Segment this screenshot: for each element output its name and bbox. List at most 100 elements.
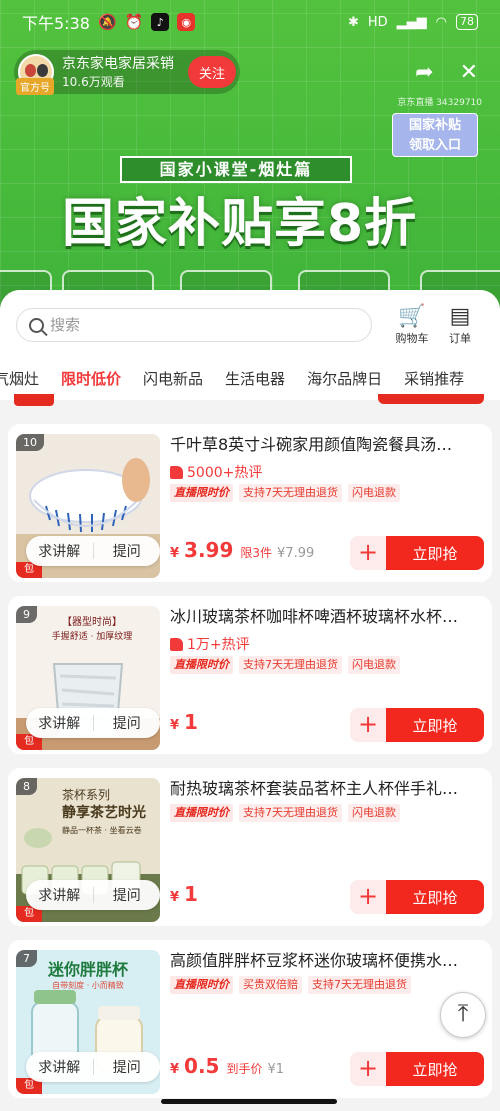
ask-question-button[interactable]: 提问 <box>94 541 161 561</box>
tab-limited-low-price[interactable]: 限时低价 <box>50 368 132 389</box>
image-caption-sub: 静品一杯茶 · 坐看云卷 <box>62 826 142 835</box>
ask-question-button[interactable]: 提问 <box>94 1057 161 1077</box>
return-policy-tag: 支持7天无理由退货 <box>239 656 342 674</box>
shopping-sheet: 🛒 购物车 ▤ 订单 气烟灶 限时低价 闪电新品 生活电器 海尔品牌日 采销推荐 <box>0 290 500 1111</box>
add-to-cart-button[interactable]: + <box>350 536 386 570</box>
cart-label: 购物车 <box>395 332 429 345</box>
alarm-icon: ⏰ <box>124 13 144 31</box>
product-title[interactable]: 千叶草8英寸斗碗家用颜值陶瓷餐具汤… <box>170 434 480 456</box>
return-policy-tag: 支持7天无理由退货 <box>239 804 342 822</box>
status-bar: 下午5:38 🔕 ⏰ ♪ ◉ ✱ HD ▂▄▆ ◠ 78 <box>0 0 500 44</box>
rank-badge: 7 <box>16 950 37 967</box>
subsidy-entry-button[interactable]: 国家补贴 领取入口 <box>392 113 478 157</box>
image-caption-sub: 手握舒适 · 加厚纹理 <box>51 632 133 642</box>
order-label: 订单 <box>449 332 471 345</box>
ask-explain-button[interactable]: 求讲解 <box>26 885 93 905</box>
hot-reviews: 1万+热评 <box>170 634 250 654</box>
image-caption-title: 【器型时尚】 <box>62 617 122 628</box>
subsidy-entry-line1: 国家补贴 <box>408 118 461 133</box>
price-currency: ¥ <box>170 1062 180 1077</box>
price-value: 3.99 <box>184 538 234 562</box>
price-note: 限3件 <box>240 546 273 560</box>
product-card[interactable]: 茶杯系列 静享茶艺时光 静品一杯茶 · 坐看云卷 8 包 求讲解 提问 耐热玻璃… <box>8 768 492 926</box>
follow-button[interactable]: 关注 <box>188 56 236 88</box>
ask-explain-button[interactable]: 求讲解 <box>26 1057 93 1077</box>
price-line: ¥ 0.5 到手价 ¥1 <box>170 1054 284 1078</box>
product-image[interactable]: 迷你胖胖杯 自带刻度 · 小而精致 7 包 求讲解 提问 <box>16 950 160 1094</box>
original-price: ¥1 <box>267 1062 285 1077</box>
price-currency: ¥ <box>170 890 180 905</box>
product-title[interactable]: 耐热玻璃茶杯套装品茗杯主人杯伴手礼… <box>170 778 480 800</box>
fast-refund-tag: 闪电退款 <box>348 484 400 502</box>
search-input[interactable] <box>50 316 330 334</box>
search-icon <box>29 317 44 333</box>
live-price-tag: 直播限时价 <box>170 976 233 994</box>
home-indicator[interactable] <box>161 1099 337 1104</box>
ask-explain-button[interactable]: 求讲解 <box>26 541 93 561</box>
return-policy-tag: 支持7天无理由退货 <box>308 976 411 994</box>
signal-icon: ▂▄▆ <box>396 14 427 30</box>
price-line: ¥ 1 <box>170 710 198 734</box>
room-id: 京东直播 34329710 <box>397 98 482 108</box>
price-value: 1 <box>184 710 198 734</box>
live-price-tag: 直播限时价 <box>170 656 233 674</box>
host-name: 京东家电家居采销 <box>62 55 174 72</box>
fast-refund-tag: 闪电退款 <box>348 656 400 674</box>
buy-now-button[interactable]: 立即抢 <box>386 708 484 742</box>
buy-now-button[interactable]: 立即抢 <box>386 1052 484 1086</box>
close-icon[interactable]: ✕ <box>460 60 478 85</box>
hot-review-count: 1万+热评 <box>187 637 250 653</box>
add-to-cart-button[interactable]: + <box>350 708 386 742</box>
price-currency: ¥ <box>170 546 180 561</box>
cart-button[interactable]: 🛒 购物车 <box>392 304 432 346</box>
thumbs-up-icon <box>170 637 183 651</box>
tab-flash-new[interactable]: 闪电新品 <box>132 368 214 389</box>
product-title[interactable]: 高颜值胖胖杯豆浆杯迷你玻璃杯便携水… <box>170 950 480 972</box>
cart-icon: 🛒 <box>398 304 426 329</box>
notification-off-icon: 🔕 <box>97 13 117 31</box>
price-line: ¥ 3.99 限3件 ¥7.99 <box>170 538 314 562</box>
tab-buyer-picks[interactable]: 采销推荐 <box>393 368 475 389</box>
official-badge: 官方号 <box>16 78 54 95</box>
add-to-cart-button[interactable]: + <box>350 880 386 914</box>
image-caption-main: 静享茶艺时光 <box>62 805 146 821</box>
tab-home-appliances[interactable]: 生活电器 <box>214 368 296 389</box>
tiktok-icon: ♪ <box>151 13 170 31</box>
product-card[interactable]: 10 包 求讲解 提问 千叶草8英寸斗碗家用颜值陶瓷餐具汤… 5000+热评 直… <box>8 424 492 582</box>
price-currency: ¥ <box>170 718 180 733</box>
hot-review-count: 5000+热评 <box>187 465 263 481</box>
thumbs-up-icon <box>170 465 183 479</box>
ask-explain-button[interactable]: 求讲解 <box>26 713 93 733</box>
product-image[interactable]: 10 包 求讲解 提问 <box>16 434 160 578</box>
rank-badge: 8 <box>16 778 37 795</box>
ask-question-button[interactable]: 提问 <box>94 885 161 905</box>
live-price-tag: 直播限时价 <box>170 484 233 502</box>
previous-item-peek <box>0 394 500 414</box>
tab-haier-day[interactable]: 海尔品牌日 <box>296 368 393 389</box>
price-guarantee-tag: 买贵双倍赔 <box>239 976 302 994</box>
return-policy-tag: 支持7天无理由退货 <box>239 484 342 502</box>
rank-badge: 10 <box>16 434 44 451</box>
rank-badge: 9 <box>16 606 37 623</box>
app-notification-icon: ◉ <box>177 13 196 31</box>
add-to-cart-button[interactable]: + <box>350 1052 386 1086</box>
ask-question-button[interactable]: 提问 <box>94 713 161 733</box>
buy-now-button[interactable]: 立即抢 <box>386 880 484 914</box>
bluetooth-icon: ✱ <box>347 14 359 30</box>
buy-now-button[interactable]: 立即抢 <box>386 536 484 570</box>
subsidy-entry-line2: 领取入口 <box>408 138 461 153</box>
product-card[interactable]: 【器型时尚】 手握舒适 · 加厚纹理 9 包 求讲解 提问 冰川玻璃茶杯咖啡杯啤… <box>8 596 492 754</box>
search-bar[interactable] <box>16 308 372 342</box>
order-button[interactable]: ▤ 订单 <box>440 304 480 346</box>
price-value: 0.5 <box>184 1054 220 1078</box>
share-icon[interactable]: ➦ <box>415 60 433 85</box>
network-label: HD <box>367 14 388 30</box>
product-image[interactable]: 【器型时尚】 手握舒适 · 加厚纹理 9 包 求讲解 提问 <box>16 606 160 750</box>
product-title[interactable]: 冰川玻璃茶杯咖啡杯啤酒杯玻璃杯水杯… <box>170 606 480 628</box>
product-card[interactable]: 迷你胖胖杯 自带刻度 · 小而精致 7 包 求讲解 提问 高颜值胖胖杯豆浆杯迷你… <box>8 940 492 1098</box>
product-image[interactable]: 茶杯系列 静享茶艺时光 静品一杯茶 · 坐看云卷 8 包 求讲解 提问 <box>16 778 160 922</box>
back-to-top-button[interactable]: ⤒ <box>440 992 486 1038</box>
tab-gas-stove[interactable]: 气烟灶 <box>0 368 50 389</box>
wifi-icon: ◠ <box>435 14 447 30</box>
image-caption-title: 茶杯系列 <box>62 788 111 802</box>
